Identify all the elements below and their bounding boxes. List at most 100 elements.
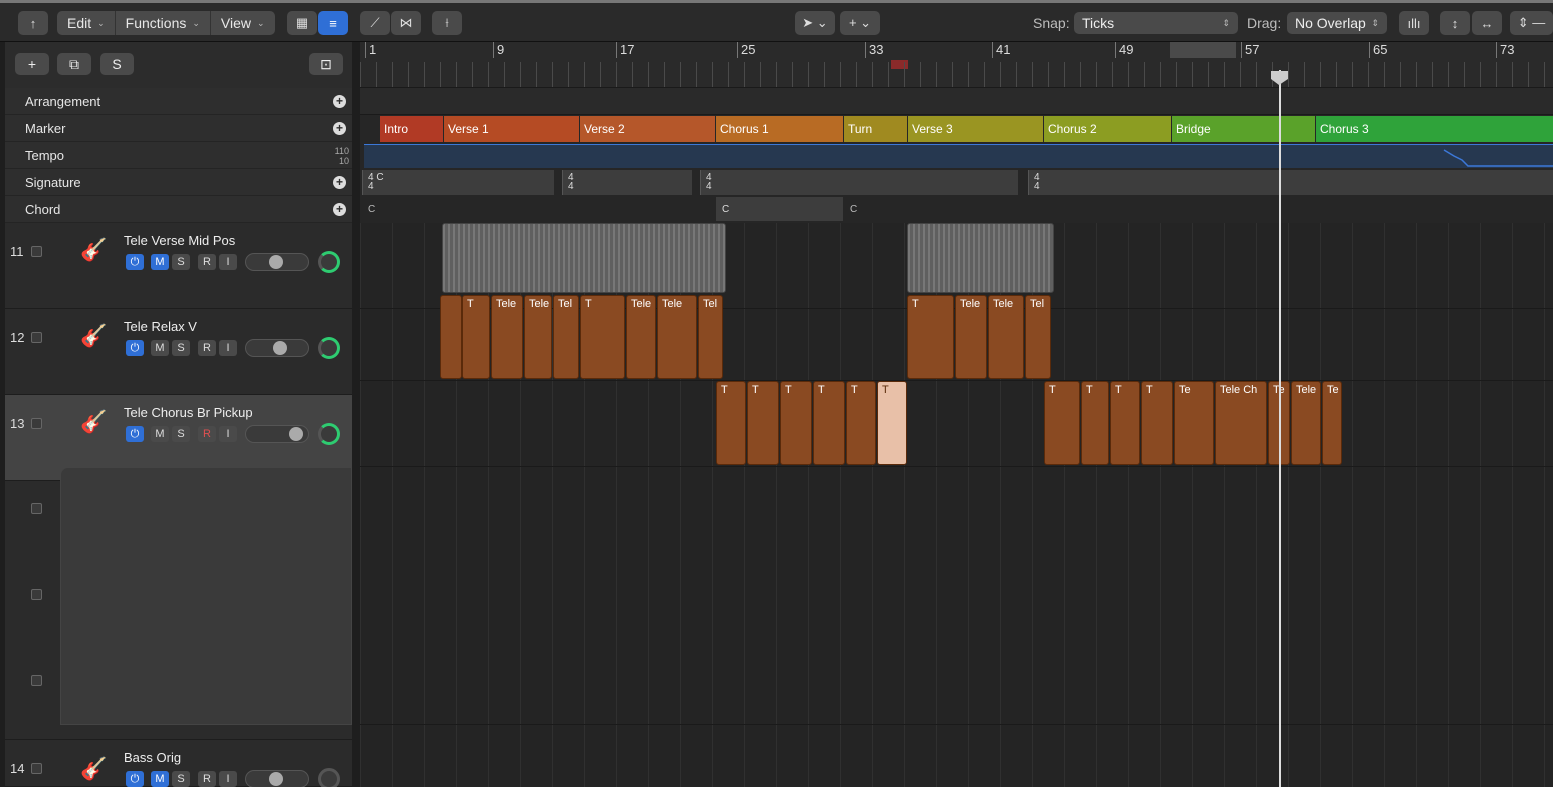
audio-region[interactable]: T: [1141, 381, 1173, 465]
audio-region[interactable]: Tele Ch: [1215, 381, 1267, 465]
input-monitor-button[interactable]: I: [219, 426, 237, 442]
marker-region[interactable]: Turn: [844, 116, 907, 142]
audio-region[interactable]: Tele: [988, 295, 1024, 379]
marquee-tool-icon[interactable]: + ⌄: [840, 11, 880, 35]
audio-region[interactable]: Te: [1322, 381, 1342, 465]
volume-fader[interactable]: [245, 770, 309, 787]
list-view-icon[interactable]: ≡: [318, 11, 348, 35]
waveform-zoom-icon[interactable]: ıllı: [1399, 11, 1429, 35]
record-button[interactable]: R: [198, 340, 216, 356]
track-header-11[interactable]: 11 🎸 Tele Verse Mid Pos ⏻ M S R I: [5, 223, 352, 309]
duplicate-track-icon[interactable]: ⧉: [57, 53, 91, 75]
pan-knob[interactable]: [318, 251, 340, 273]
signature-region[interactable]: 44: [700, 170, 1018, 195]
marker-region[interactable]: Bridge: [1172, 116, 1315, 142]
audio-region[interactable]: T: [907, 295, 954, 379]
audio-region[interactable]: Tele: [657, 295, 697, 379]
playhead[interactable]: [1279, 70, 1281, 787]
drag-select[interactable]: No Overlap ⇕: [1287, 12, 1387, 34]
audio-region[interactable]: T: [716, 381, 746, 465]
back-icon[interactable]: ↑: [18, 11, 48, 35]
audio-region-selected[interactable]: T: [877, 381, 907, 465]
vertical-zoom-icon[interactable]: ↕: [1440, 11, 1470, 35]
track-header-12[interactable]: 12 🎸 Tele Relax V ⏻ M S R I: [5, 309, 352, 395]
marker-region[interactable]: Verse 1: [444, 116, 579, 142]
volume-fader[interactable]: [245, 253, 309, 271]
audio-region[interactable]: T: [1081, 381, 1109, 465]
audio-region[interactable]: Tele: [524, 295, 552, 379]
solo-button[interactable]: S: [172, 771, 190, 787]
fader-knob[interactable]: [289, 427, 303, 441]
chord-region[interactable]: C: [362, 197, 712, 221]
audio-region[interactable]: Tele: [491, 295, 523, 379]
input-monitor-button[interactable]: I: [219, 254, 237, 270]
chord-region[interactable]: C: [844, 197, 1144, 221]
mute-button[interactable]: M: [151, 771, 169, 787]
volume-fader[interactable]: [245, 339, 309, 357]
track-select-checkbox[interactable]: [31, 503, 42, 514]
chord-region[interactable]: C: [716, 197, 843, 221]
arrangement-track-header[interactable]: Arrangement +: [5, 88, 352, 115]
track-select-checkbox[interactable]: [31, 675, 42, 686]
empty-lanes[interactable]: [360, 467, 1553, 725]
input-monitor-button[interactable]: I: [219, 340, 237, 356]
fader-knob[interactable]: [269, 772, 283, 786]
track-lane-13[interactable]: T T T T T T T T T T Te Tele Ch Te Tele T…: [360, 381, 1553, 467]
audio-region[interactable]: T: [1044, 381, 1080, 465]
audio-region[interactable]: Tele: [626, 295, 656, 379]
audio-region[interactable]: Tele: [955, 295, 987, 379]
pan-knob[interactable]: [318, 423, 340, 445]
tempo-curve[interactable]: [364, 144, 1553, 168]
track-select-checkbox[interactable]: [31, 246, 42, 257]
audio-region[interactable]: [442, 223, 726, 293]
bar-ruler[interactable]: 1 9 17 25 33 41 49 57 65 73: [360, 42, 1553, 88]
marker-region[interactable]: Verse 3: [908, 116, 1043, 142]
add-icon[interactable]: +: [333, 95, 346, 108]
add-icon[interactable]: +: [333, 176, 346, 189]
track-select-checkbox[interactable]: [31, 763, 42, 774]
track-header-14[interactable]: 14 🎸 Bass Orig ⏻ M S R I: [5, 739, 352, 787]
signature-region[interactable]: 44: [562, 170, 692, 195]
power-icon[interactable]: ⏻: [126, 254, 144, 270]
audio-region[interactable]: T: [846, 381, 876, 465]
track-lane-12[interactable]: T Tele Tele Tel T Tele Tele Tel T Tele T…: [360, 295, 1553, 381]
audio-region[interactable]: [440, 295, 462, 379]
marker-region[interactable]: Verse 2: [580, 116, 715, 142]
mute-button[interactable]: M: [151, 426, 169, 442]
signature-region[interactable]: 4 C4: [362, 170, 554, 195]
pan-knob[interactable]: [318, 337, 340, 359]
power-icon[interactable]: ⏻: [126, 340, 144, 356]
add-track-button[interactable]: +: [15, 53, 49, 75]
audio-region[interactable]: T: [780, 381, 812, 465]
pointer-tool-icon[interactable]: ➤ ⌄: [795, 11, 835, 35]
record-button[interactable]: R: [198, 771, 216, 787]
marker-region[interactable]: Chorus 1: [716, 116, 843, 142]
mute-button[interactable]: M: [151, 254, 169, 270]
tempo-track-header[interactable]: Tempo 110 10: [5, 142, 352, 169]
horizontal-zoom-icon[interactable]: ↔: [1472, 11, 1502, 35]
cycle-region[interactable]: [1170, 42, 1236, 58]
global-solo-button[interactable]: S: [100, 53, 134, 75]
audio-region[interactable]: T: [813, 381, 845, 465]
volume-fader[interactable]: [245, 425, 309, 443]
power-icon[interactable]: ⏻: [126, 771, 144, 787]
audio-region[interactable]: [907, 223, 1054, 293]
audio-region[interactable]: T: [462, 295, 490, 379]
fader-knob[interactable]: [269, 255, 283, 269]
signature-track-header[interactable]: Signature +: [5, 169, 352, 196]
record-button[interactable]: R: [198, 426, 216, 442]
track-folder-icon[interactable]: ⊡: [309, 53, 343, 75]
record-button[interactable]: R: [198, 254, 216, 270]
playhead-handle-icon[interactable]: [1270, 70, 1289, 86]
audio-region[interactable]: T: [747, 381, 779, 465]
marker-region[interactable]: Chorus 2: [1044, 116, 1171, 142]
track-select-checkbox[interactable]: [31, 332, 42, 343]
audio-region[interactable]: Tel: [698, 295, 723, 379]
fader-knob[interactable]: [273, 341, 287, 355]
catch-icon[interactable]: ⟊: [432, 11, 462, 35]
add-icon[interactable]: +: [333, 203, 346, 216]
input-monitor-button[interactable]: I: [219, 771, 237, 787]
solo-button[interactable]: S: [172, 254, 190, 270]
view-menu[interactable]: View ⌄: [211, 11, 275, 35]
flex-icon[interactable]: ⋈: [391, 11, 421, 35]
